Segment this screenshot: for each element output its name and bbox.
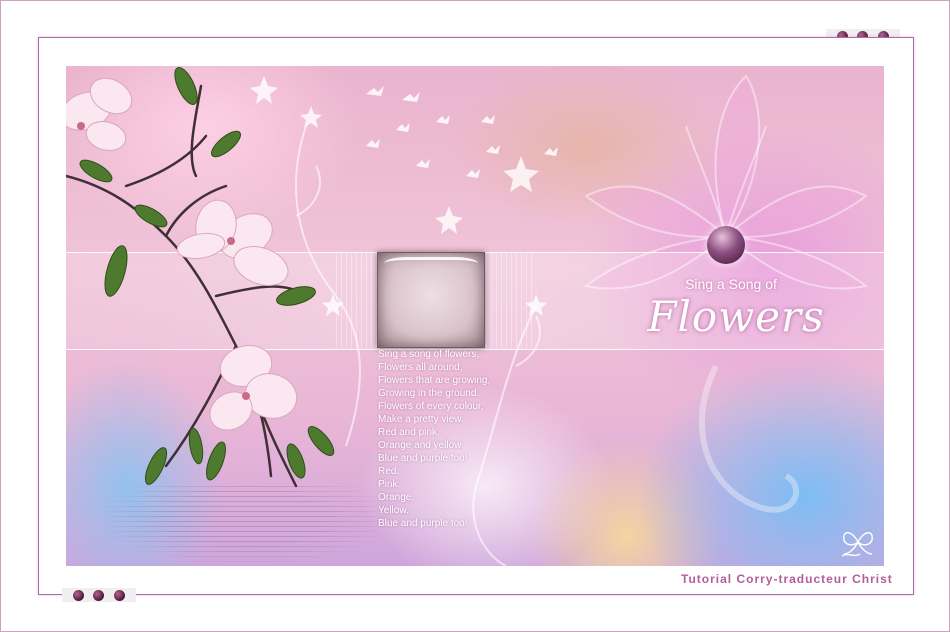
poem-line: Yellow.	[378, 505, 409, 516]
artwork-canvas: Sing a Song of Flowers Sing a song of fl…	[66, 66, 884, 566]
poem-line: Red.	[378, 466, 400, 477]
glass-shine	[384, 257, 478, 270]
poem-line: Orange and yellow,	[378, 440, 464, 451]
bead-icon	[707, 226, 745, 264]
title-line1: Sing a Song of	[685, 276, 777, 292]
tutorial-credit: Tutorial Corry-traducteur Christ	[681, 572, 893, 586]
dot-icon	[114, 589, 126, 601]
poem-line: Red and pink,	[378, 427, 440, 438]
butterfly-signature-icon	[841, 532, 873, 557]
poem-line: Blue and purple too!	[378, 453, 468, 464]
poem-line: Flowers of every colour,	[378, 401, 484, 412]
poem-line: Growing in the ground.	[378, 388, 480, 399]
dot-icon	[72, 589, 84, 601]
poem-line: Orange.	[378, 492, 415, 503]
poem-line: Flowers all around,	[378, 362, 463, 373]
water-reflection	[106, 486, 386, 566]
dot-icon	[93, 589, 105, 601]
title-flowers: Flowers	[647, 292, 825, 341]
poem-line: Blue and purple too!	[378, 518, 468, 529]
poem-line: Make a pretty view.	[378, 414, 464, 425]
decor-dots-bottom	[62, 588, 136, 602]
poem-line: Pink.	[378, 479, 401, 490]
poem-text: Sing a song of flowers, Flowers all arou…	[378, 348, 578, 530]
poem-line: Flowers that are growing,	[378, 375, 491, 386]
poem-line: Sing a song of flowers,	[378, 349, 480, 360]
